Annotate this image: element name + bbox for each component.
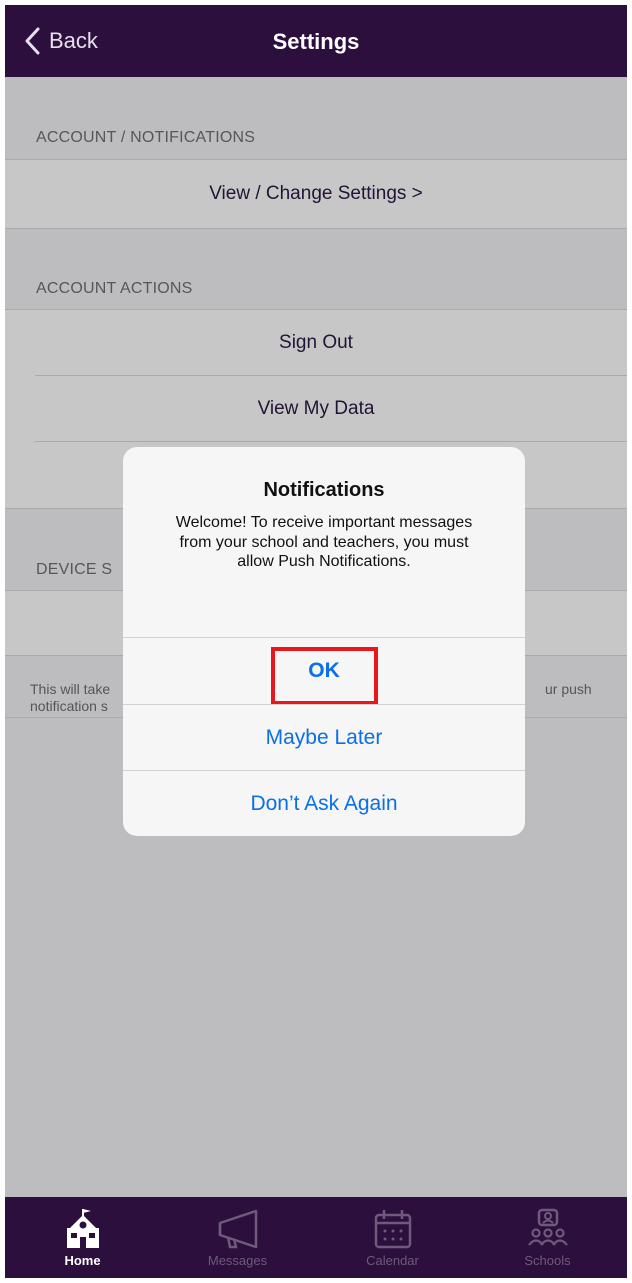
settings-screen: Back Settings ACCOUNT / NOTIFICATIONS Vi… [5,5,627,1278]
ok-button-highlight [271,647,378,705]
alert-title: Notifications [263,479,385,501]
tab-calendar-label: Calendar [366,1253,419,1268]
notifications-alert: Notifications Welcome! To receive import… [123,447,525,836]
tab-schools-label: Schools [524,1253,571,1268]
dont-ask-again-button[interactable]: Don’t Ask Again [123,771,525,836]
maybe-later-button[interactable]: Maybe Later [123,705,525,771]
tab-bar: Home Messages Calendar Schools [5,1197,627,1278]
tab-calendar[interactable]: Calendar [315,1197,470,1278]
nav-bar: Back Settings [5,5,627,77]
page-title: Settings [272,29,360,54]
tab-messages[interactable]: Messages [160,1197,315,1278]
megaphone-icon [218,1209,257,1249]
tab-home[interactable]: Home [5,1197,160,1278]
calendar-icon [374,1210,411,1249]
tab-messages-label: Messages [207,1253,268,1268]
tab-home-label: Home [64,1253,101,1268]
school-people-icon [527,1208,568,1246]
alert-message: Welcome! To receive important messages f… [175,514,473,570]
school-house-icon [66,1209,99,1248]
tab-schools[interactable]: Schools [470,1197,625,1278]
